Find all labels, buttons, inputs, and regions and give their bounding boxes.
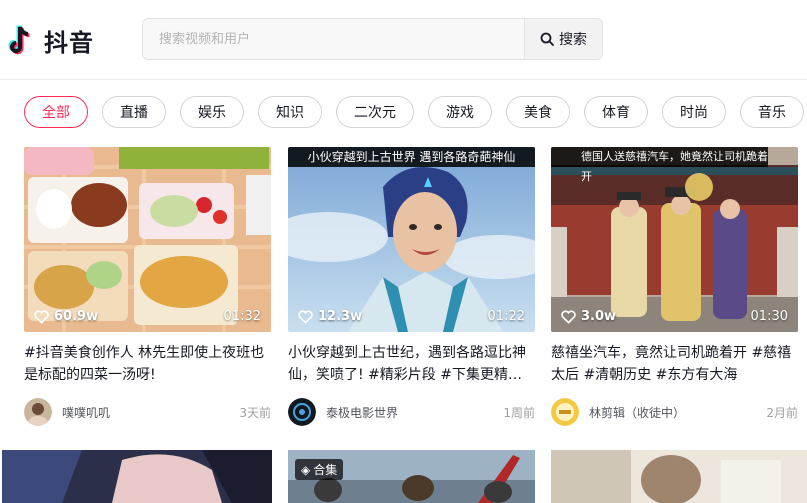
heart-icon <box>298 309 313 324</box>
tab-entertainment[interactable]: 娱乐 <box>180 96 244 128</box>
video-duration: 01:22 <box>487 309 525 324</box>
search-bar: 搜索 <box>142 18 603 60</box>
collection-icon: ◈ <box>301 462 311 477</box>
like-count: 60.9w <box>34 309 98 324</box>
author-name[interactable]: 林剪辑（收徒中） <box>589 404 685 421</box>
anime-thumbnail-image <box>2 450 272 503</box>
video-thumbnail[interactable]: 60.9w 01:32 <box>24 147 271 332</box>
douyin-note-icon <box>8 25 30 55</box>
tab-games[interactable]: 游戏 <box>428 96 492 128</box>
author-avatar[interactable] <box>551 398 579 426</box>
room-thumbnail-image <box>551 450 807 503</box>
like-count-value: 3.0w <box>581 309 617 324</box>
top-header: 抖音 搜索 <box>0 0 807 80</box>
heart-icon <box>561 309 576 324</box>
fantasy-thumbnail-image <box>288 147 535 332</box>
tab-live[interactable]: 直播 <box>102 96 166 128</box>
video-card[interactable]: 小伙穿越到上古世界 遇到各路奇葩神仙 12.3w 01:22 小伙穿越到上古世纪… <box>288 147 535 426</box>
video-card-partial[interactable] <box>551 450 807 503</box>
douyin-logo[interactable]: 抖音 <box>8 20 94 60</box>
author-name[interactable]: 噗噗叽叽 <box>62 404 110 421</box>
like-count: 3.0w <box>561 309 616 324</box>
like-count-value: 60.9w <box>54 309 99 324</box>
video-description[interactable]: 慈禧坐汽车，竟然让司机跪着开 #慈禧太后 #清朝历史 #东方有大海 <box>551 342 798 386</box>
like-count-value: 12.3w <box>318 309 363 324</box>
tab-anime[interactable]: 二次元 <box>336 96 414 128</box>
video-card-partial[interactable] <box>2 450 272 503</box>
author-name[interactable]: 泰极电影世界 <box>326 404 398 421</box>
author-avatar[interactable] <box>288 398 316 426</box>
video-meta: 泰极电影世界 1周前 <box>288 398 535 426</box>
collection-badge-label: 合集 <box>313 463 338 477</box>
video-description[interactable]: 小伙穿越到上古世纪，遇到各路逗比神仙，笑喷了! #精彩片段 #下集更精… <box>288 342 535 386</box>
video-overlay-title: 小伙穿越到上古世界 遇到各路奇葩神仙 <box>288 147 535 167</box>
tab-music[interactable]: 音乐 <box>740 96 804 128</box>
tab-all[interactable]: 全部 <box>24 96 88 128</box>
video-thumbnail[interactable]: 小伙穿越到上古世界 遇到各路奇葩神仙 12.3w 01:22 <box>288 147 535 332</box>
video-meta: 噗噗叽叽 3天前 <box>24 398 271 426</box>
video-card-partial[interactable]: ◈ 合集 <box>288 450 535 503</box>
search-input[interactable] <box>143 19 524 59</box>
heart-icon <box>34 309 49 324</box>
search-button-label: 搜索 <box>559 32 587 48</box>
search-icon <box>540 32 554 46</box>
collection-badge: ◈ 合集 <box>295 459 344 480</box>
tab-food[interactable]: 美食 <box>506 96 570 128</box>
category-tabs: 全部 直播 娱乐 知识 二次元 游戏 美食 体育 时尚 音乐 <box>24 96 804 128</box>
post-time: 2月前 <box>766 405 798 420</box>
app-name: 抖音 <box>44 28 94 57</box>
video-card[interactable]: 60.9w 01:32 #抖音美食创作人 林先生即使上夜班也是标配的四菜一汤呀!… <box>24 147 271 426</box>
video-overlay-title: 德国人送慈禧汽车，她竟然让司机跪着开 <box>551 147 768 183</box>
video-card[interactable]: 德国人送慈禧汽车，她竟然让司机跪着开 3.0w 01:30 慈禧坐汽车，竟然让司… <box>551 147 798 426</box>
author-avatar[interactable] <box>24 398 52 426</box>
tab-knowledge[interactable]: 知识 <box>258 96 322 128</box>
video-duration: 01:32 <box>223 309 261 324</box>
like-count: 12.3w <box>298 309 362 324</box>
post-time: 1周前 <box>503 405 535 420</box>
food-thumbnail-image <box>24 147 271 332</box>
tab-fashion[interactable]: 时尚 <box>662 96 726 128</box>
search-button[interactable]: 搜索 <box>524 19 602 59</box>
video-meta: 林剪辑（收徒中） 2月前 <box>551 398 798 426</box>
post-time: 3天前 <box>239 405 271 420</box>
tab-sports[interactable]: 体育 <box>584 96 648 128</box>
video-duration: 01:30 <box>750 309 788 324</box>
video-thumbnail[interactable]: 德国人送慈禧汽车，她竟然让司机跪着开 3.0w 01:30 <box>551 147 798 332</box>
video-description[interactable]: #抖音美食创作人 林先生即使上夜班也是标配的四菜一汤呀! <box>24 342 271 386</box>
